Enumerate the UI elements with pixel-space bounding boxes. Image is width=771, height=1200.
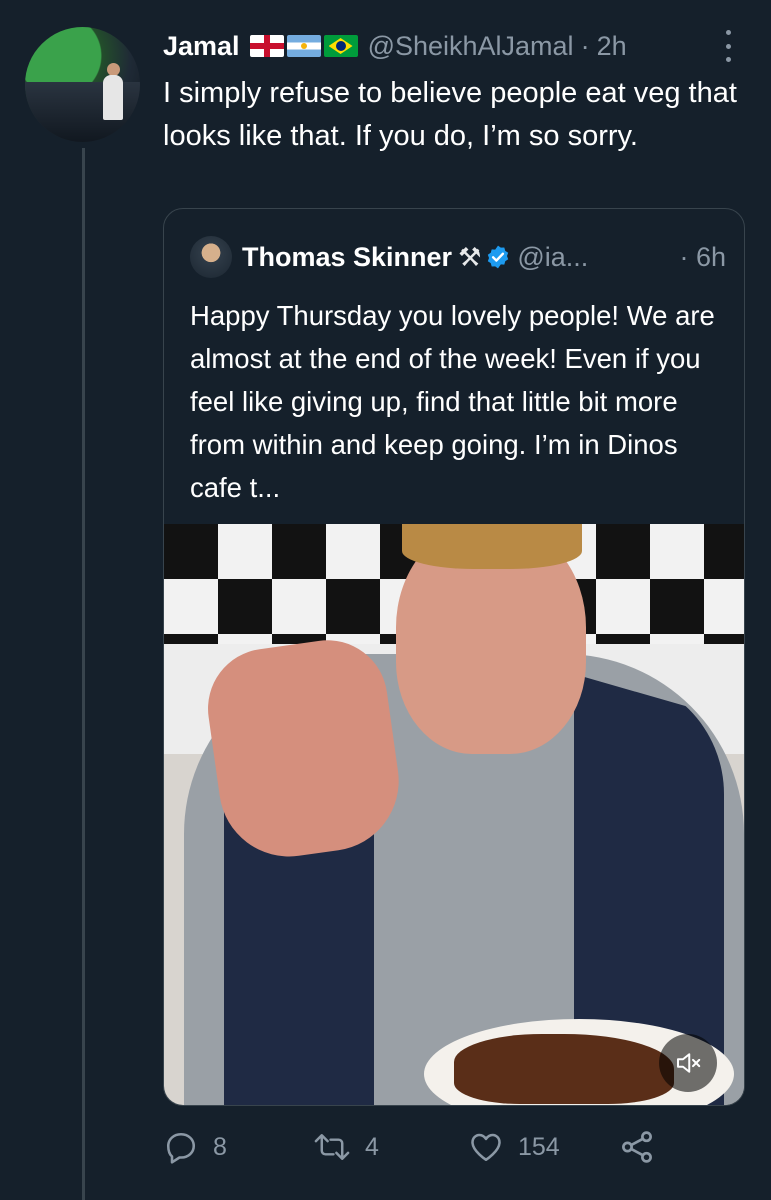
like-count: 154 — [518, 1132, 560, 1161]
reply-icon — [166, 1132, 196, 1164]
tweet-text: I simply refuse to believe people eat ve… — [163, 77, 737, 152]
hammer-icon: ⚒ — [458, 241, 482, 272]
author-name[interactable]: Jamal — [163, 31, 240, 62]
retweet-icon — [314, 1134, 350, 1160]
brazil-flag-icon — [323, 35, 358, 57]
england-flag-icon — [249, 35, 284, 57]
food-gravy — [454, 1034, 674, 1104]
reply-count: 8 — [213, 1132, 227, 1161]
avatar[interactable] — [25, 27, 140, 142]
argentina-flag-icon — [286, 35, 321, 57]
flag-emojis — [249, 35, 358, 57]
quoted-tweet-text: Happy Thursday you lovely people! We are… — [190, 300, 715, 503]
video-person-hair — [402, 524, 582, 569]
avatar-person — [103, 75, 123, 120]
author-handle[interactable]: @SheikhAlJamal — [368, 31, 574, 62]
like-icon — [471, 1133, 501, 1162]
quoted-time: · 6h — [679, 241, 726, 272]
quoted-handle: @ia... — [517, 241, 589, 272]
quoted-author-name: Thomas Skinner — [242, 241, 453, 272]
mute-button[interactable] — [659, 1034, 717, 1092]
like-button[interactable]: 154 — [468, 1125, 560, 1169]
tweet-time[interactable]: 2h — [597, 31, 627, 62]
share-icon — [622, 1131, 652, 1163]
retweet-button[interactable]: 4 — [313, 1125, 379, 1169]
mute-icon — [677, 1053, 701, 1073]
share-button[interactable] — [618, 1125, 656, 1169]
thread-line — [82, 148, 85, 1200]
quoted-video[interactable] — [164, 524, 744, 1105]
more-icon[interactable] — [713, 30, 743, 62]
retweet-count: 4 — [365, 1132, 379, 1161]
quoted-avatar — [190, 236, 232, 278]
quoted-tweet-header: Thomas Skinner ⚒ @ia... · 6h — [190, 235, 726, 279]
tweet-header: Jamal @SheikhAlJamal · 2h — [163, 28, 743, 64]
verified-icon — [488, 245, 509, 269]
separator: · — [580, 30, 590, 61]
quoted-tweet[interactable]: Thomas Skinner ⚒ @ia... · 6h Happy Thurs… — [163, 208, 745, 1106]
tweet-actions: 8 4 154 — [163, 1125, 723, 1169]
reply-button[interactable]: 8 — [163, 1125, 227, 1169]
